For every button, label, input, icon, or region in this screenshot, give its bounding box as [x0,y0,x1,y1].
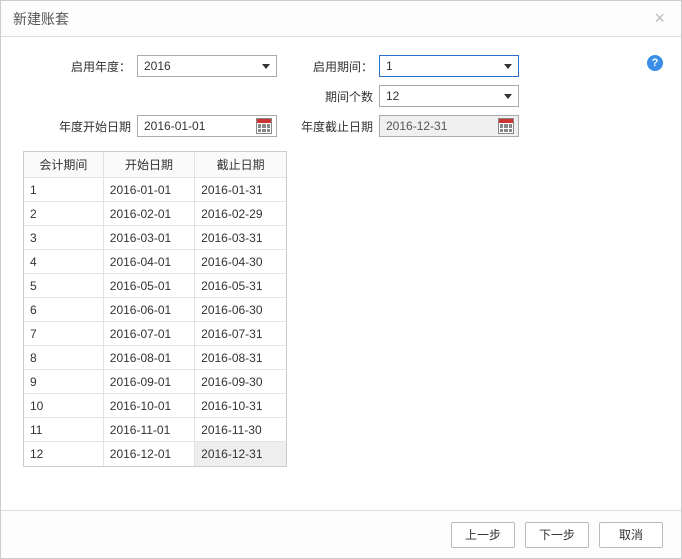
year-start-date[interactable]: 2016-01-01 [137,115,277,137]
table-row[interactable]: 92016-09-012016-09-30 [24,370,286,394]
table-row[interactable]: 122016-12-012016-12-31 [24,442,286,466]
cell-start: 2016-10-01 [103,394,194,418]
table-row[interactable]: 82016-08-012016-08-31 [24,346,286,370]
cell-period: 6 [24,298,103,322]
chevron-down-icon [262,64,270,69]
cell-end: 2016-09-30 [195,370,286,394]
period-count-label: 期间个数 [283,88,373,105]
cell-period: 2 [24,202,103,226]
table-row[interactable]: 52016-05-012016-05-31 [24,274,286,298]
year-end-date-value: 2016-12-31 [386,119,498,133]
cell-start: 2016-07-01 [103,322,194,346]
close-icon[interactable]: × [650,8,669,29]
cell-period: 1 [24,178,103,202]
cell-period: 12 [24,442,103,466]
table-row[interactable]: 72016-07-012016-07-31 [24,322,286,346]
cell-start: 2016-01-01 [103,178,194,202]
dialog-body: ? 启用年度： 2016 启用期间： 1 期间个数 12 年度开始日期 [1,37,681,510]
prev-button[interactable]: 上一步 [451,522,515,548]
cell-period: 4 [24,250,103,274]
table-row[interactable]: 32016-03-012016-03-31 [24,226,286,250]
cell-end: 2016-02-29 [195,202,286,226]
year-select[interactable]: 2016 [137,55,277,77]
period-select[interactable]: 1 [379,55,519,77]
calendar-icon [256,118,272,134]
cell-end: 2016-10-31 [195,394,286,418]
cell-period: 10 [24,394,103,418]
cell-end: 2016-12-31 [195,442,286,466]
cell-start: 2016-11-01 [103,418,194,442]
table-row[interactable]: 42016-04-012016-04-30 [24,250,286,274]
cell-start: 2016-04-01 [103,250,194,274]
help-icon[interactable]: ? [647,55,663,71]
period-count-select-value: 12 [386,89,504,103]
th-period: 会计期间 [24,152,103,178]
cell-period: 8 [24,346,103,370]
cell-end: 2016-01-31 [195,178,286,202]
year-select-value: 2016 [144,59,262,73]
titlebar: 新建账套 × [1,1,681,37]
period-count-select[interactable]: 12 [379,85,519,107]
table-row[interactable]: 112016-11-012016-11-30 [24,418,286,442]
year-start-label: 年度开始日期 [31,118,131,135]
dialog: 新建账套 × ? 启用年度： 2016 启用期间： 1 期间个数 12 [0,0,682,559]
year-end-date: 2016-12-31 [379,115,519,137]
cell-start: 2016-06-01 [103,298,194,322]
cell-end: 2016-08-31 [195,346,286,370]
cell-start: 2016-02-01 [103,202,194,226]
cell-end: 2016-03-31 [195,226,286,250]
cell-start: 2016-09-01 [103,370,194,394]
cell-start: 2016-08-01 [103,346,194,370]
cell-start: 2016-03-01 [103,226,194,250]
dialog-title: 新建账套 [13,9,650,29]
year-start-date-value: 2016-01-01 [144,119,256,133]
table-row[interactable]: 102016-10-012016-10-31 [24,394,286,418]
cell-end: 2016-07-31 [195,322,286,346]
form-grid: 启用年度： 2016 启用期间： 1 期间个数 12 年度开始日期 2016-0… [31,55,659,137]
next-button[interactable]: 下一步 [525,522,589,548]
cell-end: 2016-11-30 [195,418,286,442]
cell-period: 7 [24,322,103,346]
table-row[interactable]: 22016-02-012016-02-29 [24,202,286,226]
year-label: 启用年度： [31,58,131,75]
dialog-footer: 上一步 下一步 取消 [1,510,681,558]
periods-table-wrap: 会计期间 开始日期 截止日期 12016-01-012016-01-312201… [23,151,287,467]
cancel-button[interactable]: 取消 [599,522,663,548]
period-label: 启用期间： [283,58,373,75]
cell-end: 2016-05-31 [195,274,286,298]
table-row[interactable]: 12016-01-012016-01-31 [24,178,286,202]
year-end-label: 年度截止日期 [283,118,373,135]
chevron-down-icon [504,94,512,99]
th-end: 截止日期 [195,152,286,178]
table-row[interactable]: 62016-06-012016-06-30 [24,298,286,322]
periods-table: 会计期间 开始日期 截止日期 12016-01-012016-01-312201… [24,152,286,466]
cell-start: 2016-05-01 [103,274,194,298]
cell-period: 11 [24,418,103,442]
th-start: 开始日期 [103,152,194,178]
cell-period: 9 [24,370,103,394]
cell-period: 3 [24,226,103,250]
cell-start: 2016-12-01 [103,442,194,466]
cell-end: 2016-04-30 [195,250,286,274]
cell-end: 2016-06-30 [195,298,286,322]
chevron-down-icon [504,64,512,69]
calendar-icon [498,118,514,134]
cell-period: 5 [24,274,103,298]
period-select-value: 1 [386,59,504,73]
